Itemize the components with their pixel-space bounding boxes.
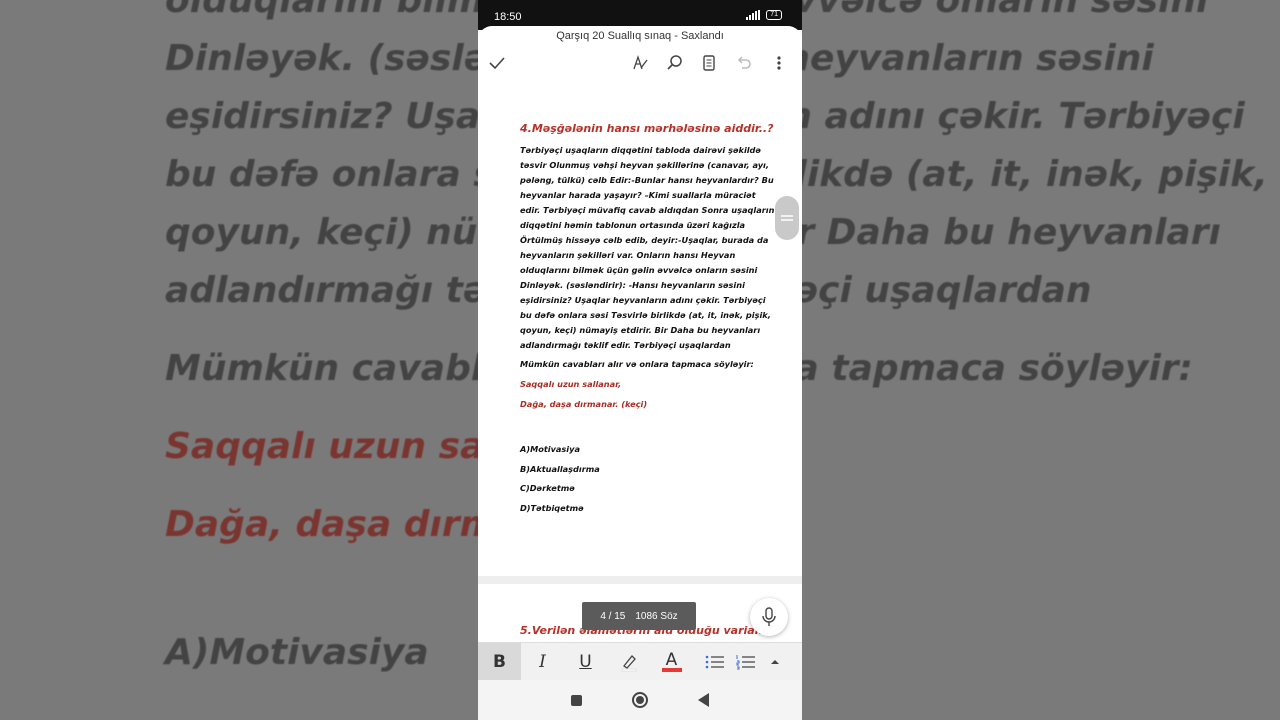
paragraph-line: diqqətini həmin tablonun ortasında üzəri… [520,220,746,230]
font-color-letter: A [665,649,678,670]
underline-label: U [579,651,592,672]
option-a: A)Motivasiya [520,444,580,454]
bulleted-list-icon[interactable] [693,643,736,681]
search-icon[interactable] [664,52,686,74]
paragraph-line: Dinləyək. (səsləndirir): -Hansı heyvanla… [520,280,745,290]
paragraph-line: Örtülmüş hissəyə cəlb edib, deyir:-Uşaql… [520,235,769,245]
paragraph-line: bu dəfə onlara səsi Təsvirlə birlikdə (a… [520,310,771,320]
recents-square-icon[interactable] [571,694,582,706]
paragraph-line: eşidirsiniz? Uşaqlar heyvanların adını ç… [520,295,766,305]
system-nav-bar [478,680,802,720]
question-paragraph: Tərbiyəçi uşaqların diqqətini tabloda da… [520,143,782,353]
option-d: D)Tətbiqetmə [520,502,584,513]
paragraph-line: qoyun, keçi) nümayiş etdirir. Bir Daha b… [520,325,761,335]
riddle-line: Dağa, daşa dırmanar. (keçi) [520,399,648,409]
italic-label: I [539,651,546,672]
app-toolbar: Qarşıq 20 Suallıq sınaq - Saxlandı [478,26,802,84]
option-c: C)Dərketmə [520,483,575,493]
home-circle-icon[interactable] [632,692,648,708]
highlighter-icon[interactable] [607,643,650,681]
chevron-up-icon[interactable] [762,643,788,681]
pen-icon[interactable] [629,52,651,74]
paragraph-line: Tərbiyəçi uşaqların diqqətini tabloda da… [520,145,761,155]
signal-icon [746,10,761,20]
back-triangle-icon[interactable] [698,693,709,707]
font-color-swatch [661,667,682,672]
microphone-icon[interactable] [750,598,788,636]
font-color-button[interactable]: A [650,643,693,681]
page-count: 4 / 15 [600,610,626,622]
paragraph-line: pələng, tülkü) cəlb Edir:-Bunlar hansı h… [520,175,774,185]
document-page[interactable]: 4.Məşğələnin hansı mərhələsinə aiddir..?… [478,84,802,574]
more-vertical-icon[interactable] [768,52,790,74]
paragraph-line: heyvanlar harada yaşayır? –Kimi suallarl… [520,190,756,200]
question-4: 4.Məşğələnin hansı mərhələsinə aiddir..?… [520,122,782,520]
question-heading: 4.Məşğələnin hansı mərhələsinə aiddir..? [520,122,774,135]
bold-button[interactable]: B [478,642,521,681]
mobile-view-icon[interactable] [698,52,720,74]
underline-button[interactable]: U [564,643,607,681]
italic-button[interactable]: I [521,643,564,681]
word-count: 1086 Söz [635,610,678,622]
document-title: Qarşıq 20 Suallıq sınaq - Saxlandı [556,30,724,42]
scroll-thumb[interactable] [775,196,799,240]
option-b: B)Aktuallaşdırma [520,463,600,474]
page-indicator: 4 / 15 1086 Söz [582,602,696,630]
undo-icon[interactable] [733,52,755,74]
paragraph-line: olduqlarını bilmək üçün gəlin əvvəlcə on… [520,265,758,275]
status-time: 18:50 [494,11,522,23]
paragraph-line: təsvir Olunmuş vəhşi heyvan şəkillərinə … [520,160,769,170]
riddle-line: Saqqalı uzun sallanar, [520,379,622,389]
paragraph-line: edir. Tərbiyəçi müvafiq cavab aldıqdan S… [520,205,775,215]
format-toolbar: B I U A [478,642,802,681]
numbered-list-icon[interactable] [736,643,762,681]
paragraph-line: heyvanların şəkilləri var. Onların hansı… [520,250,736,260]
page-separator [478,576,802,584]
checkmark-icon[interactable] [486,52,508,74]
paragraph-line: adlandırmağı təklif edir. Tərbiyəçi uşaq… [520,340,731,350]
battery-icon: 71 [766,10,782,20]
phone-screen: 18:50 71 Qarşıq 20 Suallıq sınaq - Saxla… [478,0,802,720]
answer-options: A)Motivasiya B)Aktuallaşdırma C)Dərketmə… [520,442,782,515]
answer-line: Mümkün cavabları alır və onlara tapmaca … [520,359,754,369]
bold-label: B [493,651,506,672]
